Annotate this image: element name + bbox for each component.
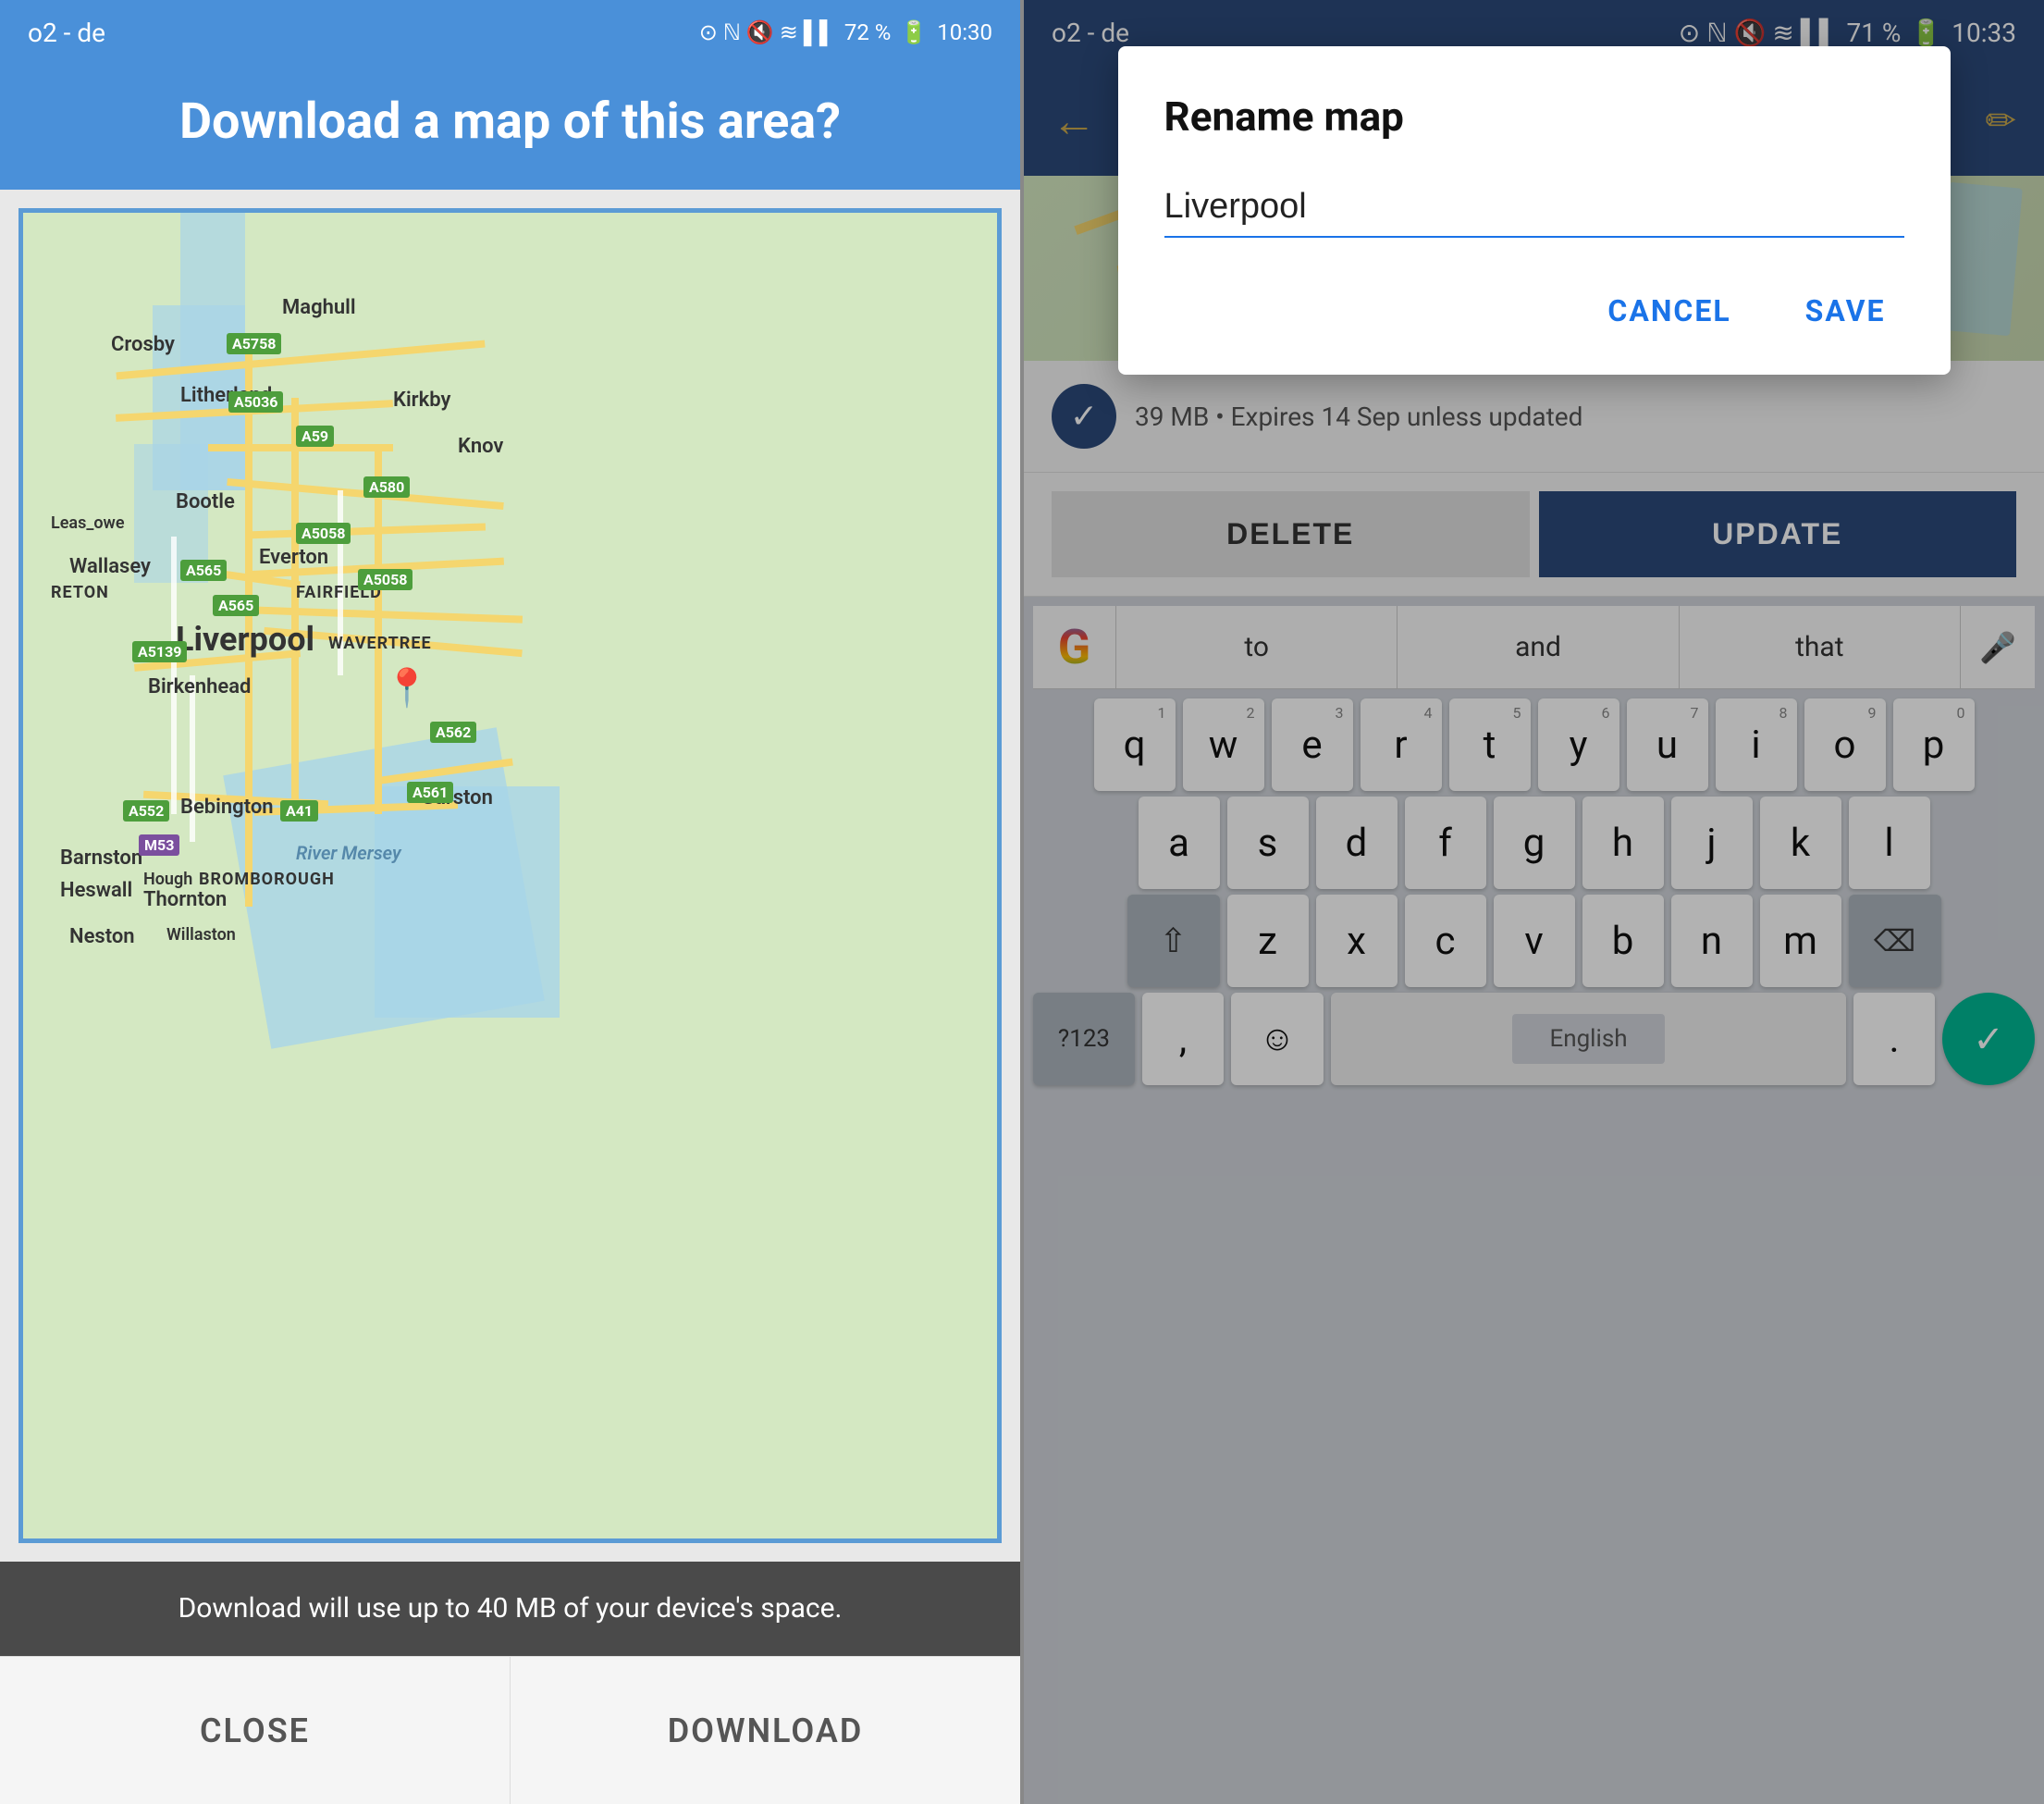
status-bar-left: o2 - de ⊙ ℕ 🔇 ≋ ▌▌ 72 % 🔋 10:30 — [0, 0, 1020, 65]
map-label-bebington: Bebington — [180, 796, 274, 819]
road-badge-a41: A41 — [280, 800, 318, 822]
road-badge-a580: A580 — [363, 476, 410, 498]
map-pin: 📍 — [384, 666, 430, 710]
map-label-thornton: Thornton — [143, 888, 227, 911]
rename-dialog: Rename map CANCEL SAVE — [1118, 46, 1951, 375]
map-label-wavertree: WAVERTREE — [328, 634, 432, 653]
signal-icons-left: ⊙ ℕ 🔇 ≋ ▌▌ — [699, 19, 835, 46]
page-title-left: Download a map of this area? — [18, 93, 1002, 153]
map-label-leasowe: Leas_owe — [51, 513, 125, 533]
map-label-everton: Everton — [259, 546, 328, 569]
road-badge-a561: A561 — [407, 782, 453, 803]
header-left: Download a map of this area? — [0, 65, 1020, 190]
map-label-liverpool: Liverpool — [176, 620, 314, 659]
map-area-left: Crosby Litherland Kirkby Bootle Wallasey… — [18, 208, 1002, 1543]
road-badge-a5036: A5036 — [228, 391, 283, 413]
battery-icon-left: 🔋 — [900, 19, 928, 45]
road-badge-a565-1: A565 — [180, 560, 227, 581]
map-label-hough: Hough — [143, 870, 192, 889]
cancel-button[interactable]: CANCEL — [1589, 284, 1749, 338]
map-label-bootle: Bootle — [176, 490, 235, 513]
time-left: 10:30 — [937, 19, 992, 45]
left-panel: o2 - de ⊙ ℕ 🔇 ≋ ▌▌ 72 % 🔋 10:30 Download… — [0, 0, 1020, 1804]
map-label-river-mersey: River Mersey — [296, 842, 401, 864]
save-button[interactable]: SAVE — [1787, 284, 1904, 338]
map-label-kirkby: Kirkby — [393, 389, 450, 412]
road-badge-m53: M53 — [139, 834, 179, 856]
map-label-barnston: Barnston — [60, 846, 142, 870]
road-badge-a5758: A5758 — [227, 333, 281, 354]
road-badge-a5139: A5139 — [132, 641, 187, 662]
download-info-text: Download will use up to 40 MB of your de… — [0, 1562, 1020, 1656]
dialog-overlay: Rename map CANCEL SAVE — [1024, 0, 2044, 1804]
bottom-buttons-left: CLOSE DOWNLOAD — [0, 1656, 1020, 1804]
map-label-bromborough: BROMBOROUGH — [199, 870, 335, 889]
road-badge-a5058-1: A5058 — [296, 523, 351, 544]
map-label-knov: Knov — [458, 435, 503, 458]
road-badge-a552: A552 — [123, 800, 169, 822]
road-badge-a5058-2: A5058 — [358, 569, 412, 590]
map-label-willaston: Willaston — [166, 925, 236, 945]
map-label-wallasey: Wallasey — [69, 555, 151, 578]
status-icons-left: ⊙ ℕ 🔇 ≋ ▌▌ 72 % 🔋 10:30 — [699, 19, 992, 46]
map-label-neston: Neston — [69, 925, 135, 948]
download-button[interactable]: DOWNLOAD — [511, 1657, 1020, 1804]
map-label-heswall: Heswall — [60, 879, 132, 902]
right-panel: o2 - de ⊙ ℕ 🔇 ≋ ▌▌ 71 % 🔋 10:33 ← Map 2 … — [1024, 0, 2044, 1804]
map-background: Crosby Litherland Kirkby Bootle Wallasey… — [23, 213, 997, 1538]
map-name-input[interactable] — [1164, 178, 1904, 238]
close-button[interactable]: CLOSE — [0, 1657, 511, 1804]
dialog-title: Rename map — [1164, 93, 1904, 141]
map-label-reton: RETON — [51, 583, 109, 602]
map-label-maghull: Maghull — [282, 296, 356, 319]
road-badge-a565-2: A565 — [213, 595, 259, 616]
dialog-buttons: CANCEL SAVE — [1164, 284, 1904, 338]
carrier-left: o2 - de — [28, 18, 105, 48]
road-badge-a562: A562 — [430, 722, 476, 743]
battery-left: 72 % — [844, 19, 892, 45]
map-label-birkenhead: Birkenhead — [148, 675, 251, 698]
road-badge-a59: A59 — [296, 426, 334, 447]
map-label-crosby: Crosby — [111, 333, 175, 356]
